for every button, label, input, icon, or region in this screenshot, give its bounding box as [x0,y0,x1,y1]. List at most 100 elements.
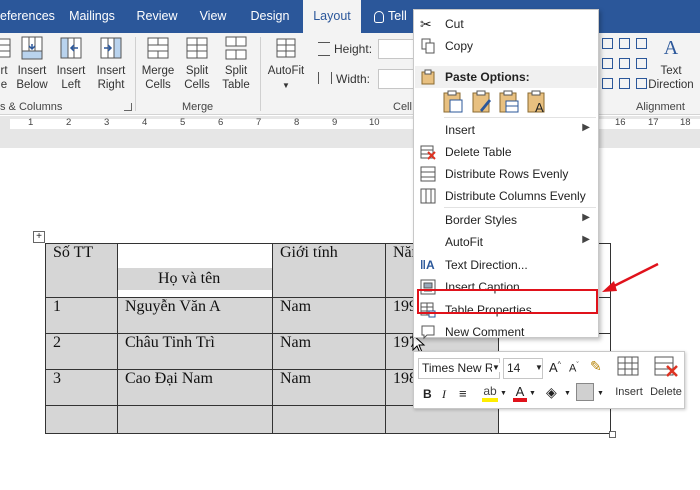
table-cell[interactable]: Nguyễn Văn A [117,297,273,334]
align-center-icon[interactable]: ≡ [459,386,467,401]
cell-text: 1 [53,298,61,315]
paste-merge-formatting-icon[interactable] [471,90,493,114]
insert-left-button[interactable]: Insert Left [53,35,89,92]
menu-item-cut[interactable]: ✂ Cut [414,13,598,35]
tab-mailings[interactable]: Mailings [63,0,121,33]
chevron-down-icon[interactable]: ▼ [535,363,543,372]
text-direction-button[interactable]: A Text Direction [648,35,694,92]
font-name-box[interactable]: Times New Ro [418,358,500,379]
chevron-down-icon[interactable]: ▼ [529,390,536,397]
menu-item-border-styles[interactable]: Border Styles ▶ [414,209,598,231]
table-move-handle-icon[interactable]: + [33,231,45,243]
highlight-color-icon[interactable]: ab [482,384,498,402]
tab-review[interactable]: Review [133,0,181,33]
chevron-down-icon[interactable]: ▼ [597,390,604,397]
menu-item-distribute-rows[interactable]: Distribute Rows Evenly [414,163,598,185]
submenu-arrow-icon: ▶ [582,234,590,245]
menu-item-insert[interactable]: Insert ▶ [414,119,598,141]
mini-delete-button[interactable]: Delete [648,355,684,407]
width-input[interactable] [378,69,418,89]
comment-icon [421,325,435,340]
table-cell[interactable]: Họ và tên [117,243,273,298]
align-top-left-icon[interactable] [602,38,613,49]
italic-icon[interactable]: I [442,387,446,402]
align-bottom-left-icon[interactable] [602,78,613,89]
grow-font-icon[interactable]: A^ [549,360,561,375]
column-width-icon [318,72,332,84]
bold-icon[interactable]: B [423,387,432,401]
split-table-button[interactable]: Split Table [218,35,254,92]
copy-icon [421,38,435,54]
text-direction-icon: ‖A [420,258,435,272]
table-cell[interactable]: Nam [272,297,386,334]
width-label: Width: [336,72,371,86]
menu-item-text-direction[interactable]: ‖A Text Direction... [414,254,598,276]
align-top-center-icon[interactable] [619,38,630,49]
tab-references[interactable]: eferences [0,0,55,33]
table-cell[interactable]: 2 [45,333,118,370]
ruler-number: 9 [332,117,338,128]
menu-item-distribute-columns[interactable]: Distribute Columns Evenly [414,185,598,207]
height-label: Height: [334,42,373,56]
delete-button[interactable]: rt e [0,35,12,92]
paste-text-only-icon[interactable]: A [526,90,548,114]
menu-item-new-comment[interactable]: New Comment [414,321,598,343]
menu-item-delete-table[interactable]: Delete Table [414,141,598,163]
cell-text: Số TT [53,244,94,261]
align-top-right-icon[interactable] [636,38,647,49]
table-cell[interactable] [498,405,611,434]
table-cell[interactable]: Châu Tinh Trì [117,333,273,370]
ruler-number: 2 [66,117,72,128]
menu-item-label: Distribute Rows Evenly [445,167,569,181]
delete-button-label-1: rt [0,65,8,77]
font-color-icon[interactable]: A [513,384,527,402]
table-cell[interactable]: 1 [45,297,118,334]
menu-item-copy[interactable]: Copy [414,35,598,57]
insert-left-label-1: Insert [56,65,86,77]
split-table-label-1: Split [224,65,248,77]
table-cell[interactable]: Nam [272,333,386,370]
tab-layout[interactable]: Layout [303,0,361,33]
tab-view[interactable]: View [194,0,232,33]
table-cell[interactable] [385,405,499,434]
text-direction-icon: A [663,37,679,59]
table-cell[interactable] [45,405,118,434]
borders-icon[interactable] [576,383,594,401]
align-middle-right-icon[interactable] [636,58,647,69]
menu-item-label: Delete Table [445,145,512,159]
table-cell[interactable]: Số TT [45,243,118,298]
table-cell[interactable]: Cao Đại Nam [117,369,273,406]
table-resize-handle[interactable] [609,431,616,438]
chevron-down-icon[interactable]: ▼ [492,363,500,372]
mini-insert-button[interactable]: Insert [611,355,647,407]
chevron-down-icon[interactable]: ▼ [500,390,507,397]
table-cell[interactable]: 3 [45,369,118,406]
merge-cells-label-1: Merge [141,65,175,77]
split-cells-button[interactable]: Split Cells [180,35,214,92]
paste-nest-table-icon[interactable] [498,90,520,114]
shrink-font-icon[interactable]: Aˇ [569,362,579,375]
table-cell[interactable]: Nam [272,369,386,406]
table-cell[interactable] [272,405,386,434]
format-painter-icon[interactable]: ✎ [590,358,602,375]
paste-keep-formatting-icon[interactable] [442,90,464,114]
align-middle-center-icon[interactable] [619,58,630,69]
align-bottom-center-icon[interactable] [619,78,630,89]
insert-below-button[interactable]: Insert Below [13,35,51,92]
insert-below-label-1: Insert [17,65,47,77]
table-cell[interactable] [117,405,273,434]
autofit-button[interactable]: AutoFit ▼ [266,35,306,93]
insert-right-button[interactable]: Insert Right [92,35,130,92]
height-input[interactable] [378,39,418,59]
table-cell[interactable]: Giới tính [272,243,386,298]
merge-cells-button[interactable]: Merge Cells [140,35,176,92]
align-middle-left-icon[interactable] [602,58,613,69]
chevron-down-icon[interactable]: ▼ [564,390,571,397]
cell-text: Họ và tên [118,267,272,290]
align-bottom-right-icon[interactable] [636,78,647,89]
dialog-launcher-icon[interactable] [124,103,132,111]
menu-item-autofit[interactable]: AutoFit ▶ [414,231,598,253]
tab-design[interactable]: Design [246,0,294,33]
shading-icon[interactable]: ◈ [546,384,557,405]
annotation-arrow-icon [602,262,659,292]
